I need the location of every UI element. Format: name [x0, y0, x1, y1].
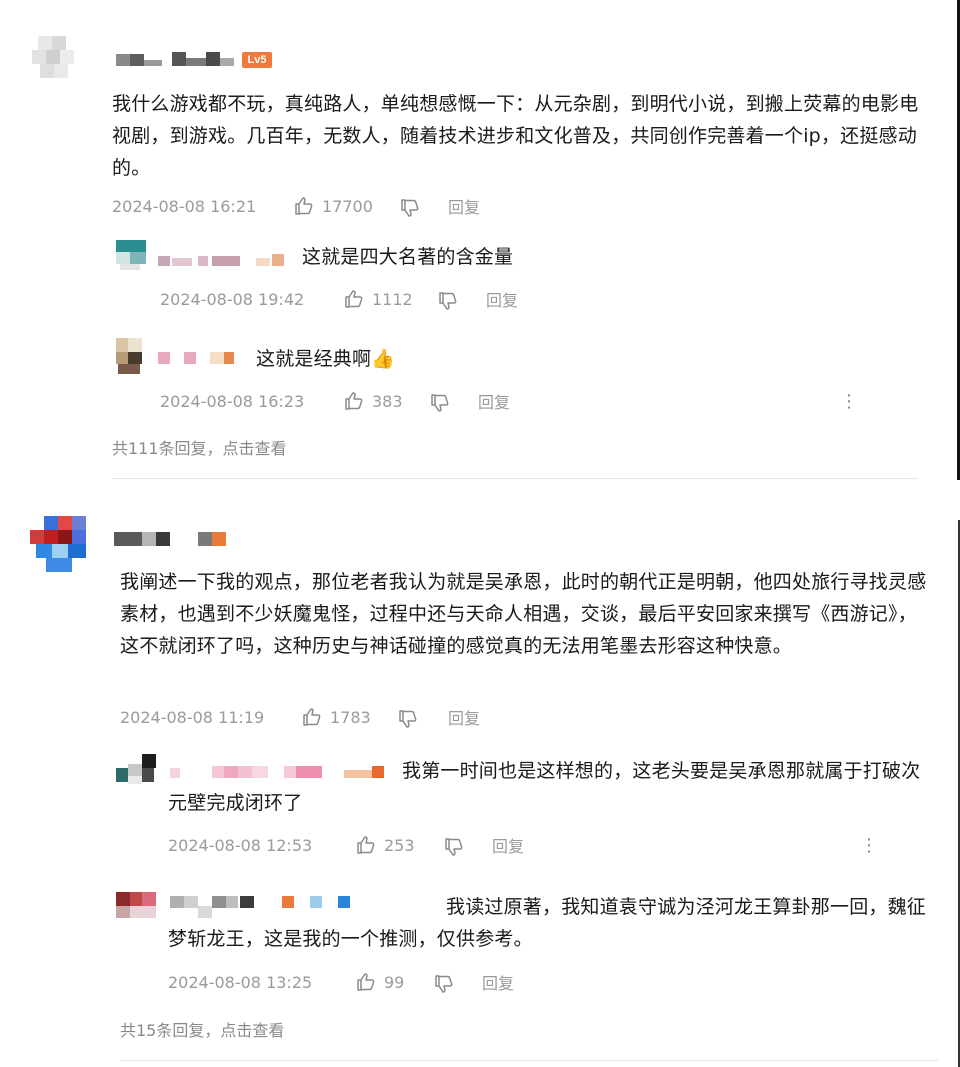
username[interactable] [116, 50, 236, 68]
like-count: 253 [384, 836, 415, 855]
view-more-replies[interactable]: 共111条回复，点击查看 [112, 435, 287, 459]
thumbs-down-icon[interactable] [444, 837, 464, 857]
more-options-icon[interactable]: ⋮ [860, 836, 878, 856]
thumbs-down-icon[interactable] [430, 393, 450, 413]
reply-avatar[interactable] [116, 240, 146, 270]
like-count: 17700 [322, 197, 373, 216]
reply-username[interactable] [158, 350, 242, 366]
reply-time: 2024-08-08 12:53 [168, 836, 313, 855]
comment-text: 我什么游戏都不玩，真纯路人，单纯想感慨一下：从元杂剧，到明代小说，到搬上荧幕的电… [112, 93, 919, 179]
reply-button[interactable]: 回复 [448, 709, 480, 729]
level-badge: Lv5 [242, 52, 272, 68]
reply-button[interactable]: 回复 [492, 837, 524, 857]
avatar[interactable] [30, 516, 92, 576]
reply-text: 这就是经典啊👍 [256, 348, 396, 370]
reply-button[interactable]: 回复 [448, 198, 480, 218]
thumbs-up-icon[interactable] [356, 835, 376, 855]
divider [120, 1060, 938, 1061]
view-more-replies[interactable]: 共15条回复，点击查看 [120, 1017, 284, 1041]
like-count: 99 [384, 973, 405, 992]
reply-avatar[interactable] [116, 338, 146, 376]
thumbs-up-icon[interactable] [344, 289, 364, 309]
reply-text: 这就是四大名著的含金量 [302, 246, 514, 268]
thumbs-up-icon[interactable] [344, 391, 364, 411]
comment-time: 2024-08-08 11:19 [120, 708, 265, 727]
reply-text: 我读过原著，我知道袁守诚为泾河龙王算卦那一回，魏征梦斩龙王，这是我的一个推测，仅… [168, 896, 927, 950]
thumbs-down-icon[interactable] [438, 291, 458, 311]
like-count: 1112 [372, 290, 413, 309]
comment-time: 2024-08-08 16:21 [112, 197, 257, 216]
thumbs-up-icon[interactable] [356, 972, 376, 992]
reply-button[interactable]: 回复 [486, 291, 518, 311]
username[interactable] [114, 530, 254, 548]
like-count: 1783 [330, 708, 371, 727]
thumbs-down-icon[interactable] [400, 198, 420, 218]
reply-avatar[interactable] [116, 892, 158, 920]
avatar[interactable] [32, 36, 82, 86]
thumbs-down-icon[interactable] [434, 974, 454, 994]
thumbs-down-icon[interactable] [398, 709, 418, 729]
more-options-icon[interactable]: ⋮ [840, 392, 858, 412]
reply-avatar[interactable] [116, 754, 158, 786]
reply-time: 2024-08-08 16:23 [160, 392, 305, 411]
reply-time: 2024-08-08 13:25 [168, 973, 313, 992]
thumbs-up-icon[interactable] [302, 707, 322, 727]
reply-button[interactable]: 回复 [478, 393, 510, 413]
divider [112, 478, 918, 479]
reply-text: 我第一时间也是这样想的，这老头要是吴承恩那就属于打破次元壁完成闭环了 [168, 760, 921, 814]
like-count: 383 [372, 392, 403, 411]
thumbs-up-icon[interactable] [294, 196, 314, 216]
reply-username[interactable] [158, 250, 288, 266]
reply-button[interactable]: 回复 [482, 974, 514, 994]
comment-text: 我阐述一下我的观点，那位老者我认为就是吴承恩，此时的朝代正是明朝，他四处旅行寻找… [120, 571, 927, 657]
reply-time: 2024-08-08 19:42 [160, 290, 305, 309]
